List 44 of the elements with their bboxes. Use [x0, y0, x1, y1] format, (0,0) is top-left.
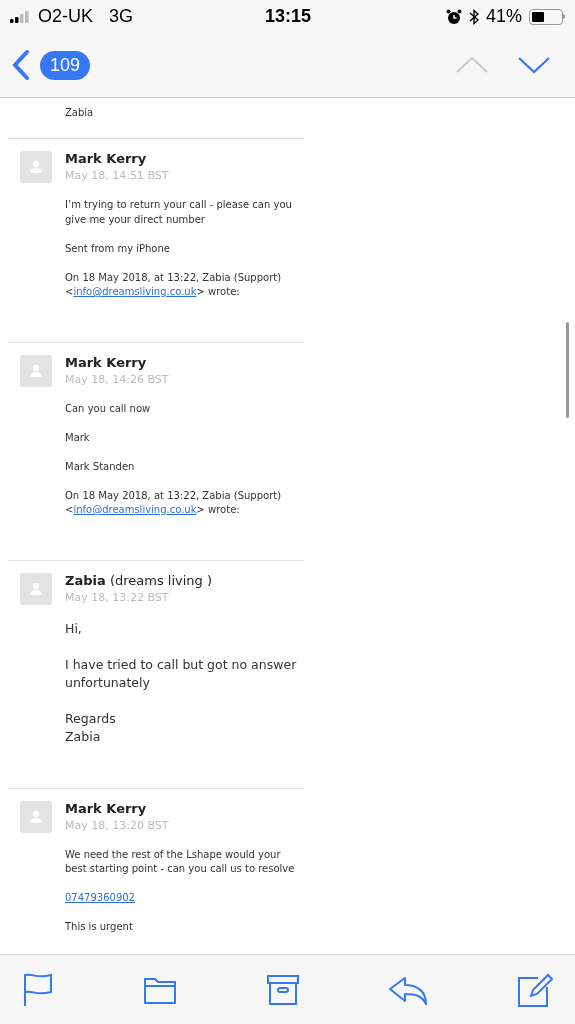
message-paragraph: Mark Standen [65, 459, 136, 474]
message-paragraph: Can you call now [65, 401, 152, 416]
reply-icon[interactable] [387, 974, 428, 1005]
sender-name: Mark Kerry [65, 800, 147, 816]
message-count-badge[interactable]: 109 [40, 50, 91, 80]
carrier-name: O2-UK [38, 5, 93, 28]
link[interactable]: 07479360902 [65, 892, 135, 903]
avatar-icon [20, 572, 52, 605]
message-paragraph: I’m trying to return your call - please can you give me your direct number [65, 198, 293, 227]
message-paragraph: Mark [65, 430, 91, 445]
battery-icon [529, 8, 565, 25]
message-paragraph: On 18 May 2018, at 13:22, Zabia (Support) <info@dreamsliving.co.uk> wrote: [65, 488, 283, 517]
message-paragraph: Hi, [65, 619, 83, 638]
sender-name: Mark Kerry [65, 354, 147, 370]
message-date: May 18, 13:22 BST [65, 589, 170, 606]
message-paragraph: Regards Zabia [65, 709, 117, 746]
message-paragraph: We need the rest of the Lshape would your best starting point - can you call us to resolve [65, 847, 296, 876]
avatar-icon [20, 800, 52, 833]
battery-percentage: 41% [485, 5, 522, 28]
flag-icon[interactable] [22, 972, 54, 1007]
sender-organisation: (dreams living ) [108, 572, 212, 588]
link[interactable]: info@dreamsliving.co.uk [73, 504, 197, 515]
avatar-icon [20, 151, 52, 183]
avatar-icon [20, 354, 52, 387]
sender-name: Zabia [65, 572, 106, 588]
network-type: 3G [109, 5, 134, 28]
signal-icon [10, 10, 32, 23]
message-paragraph: On 18 May 2018, at 13:22, Zabia (Support) <info@dreamsliving.co.uk> wrote: [65, 270, 283, 299]
message-date: May 18, 14:26 BST [65, 371, 170, 388]
next-message-icon[interactable] [517, 56, 551, 74]
bluetooth-icon [468, 8, 479, 25]
message-date: May 18, 13:20 BST [65, 817, 170, 834]
link[interactable]: info@dreamsliving.co.uk [73, 286, 197, 297]
message-date: May 18, 14:51 BST [65, 168, 170, 184]
compose-icon[interactable] [517, 971, 553, 1008]
message-paragraph: This is urgent [65, 920, 134, 934]
sender-name: Mark Kerry [65, 151, 147, 166]
alarm-icon [445, 8, 462, 25]
back-icon[interactable] [12, 49, 30, 81]
message-paragraph: Sent from my iPhone [65, 241, 171, 256]
message-paragraph: Zabia [65, 107, 94, 118]
message-paragraph: I have tried to call but got no answer unfortunately [65, 655, 298, 692]
clock: 13:15 [265, 5, 312, 28]
archive-icon[interactable] [266, 973, 299, 1006]
